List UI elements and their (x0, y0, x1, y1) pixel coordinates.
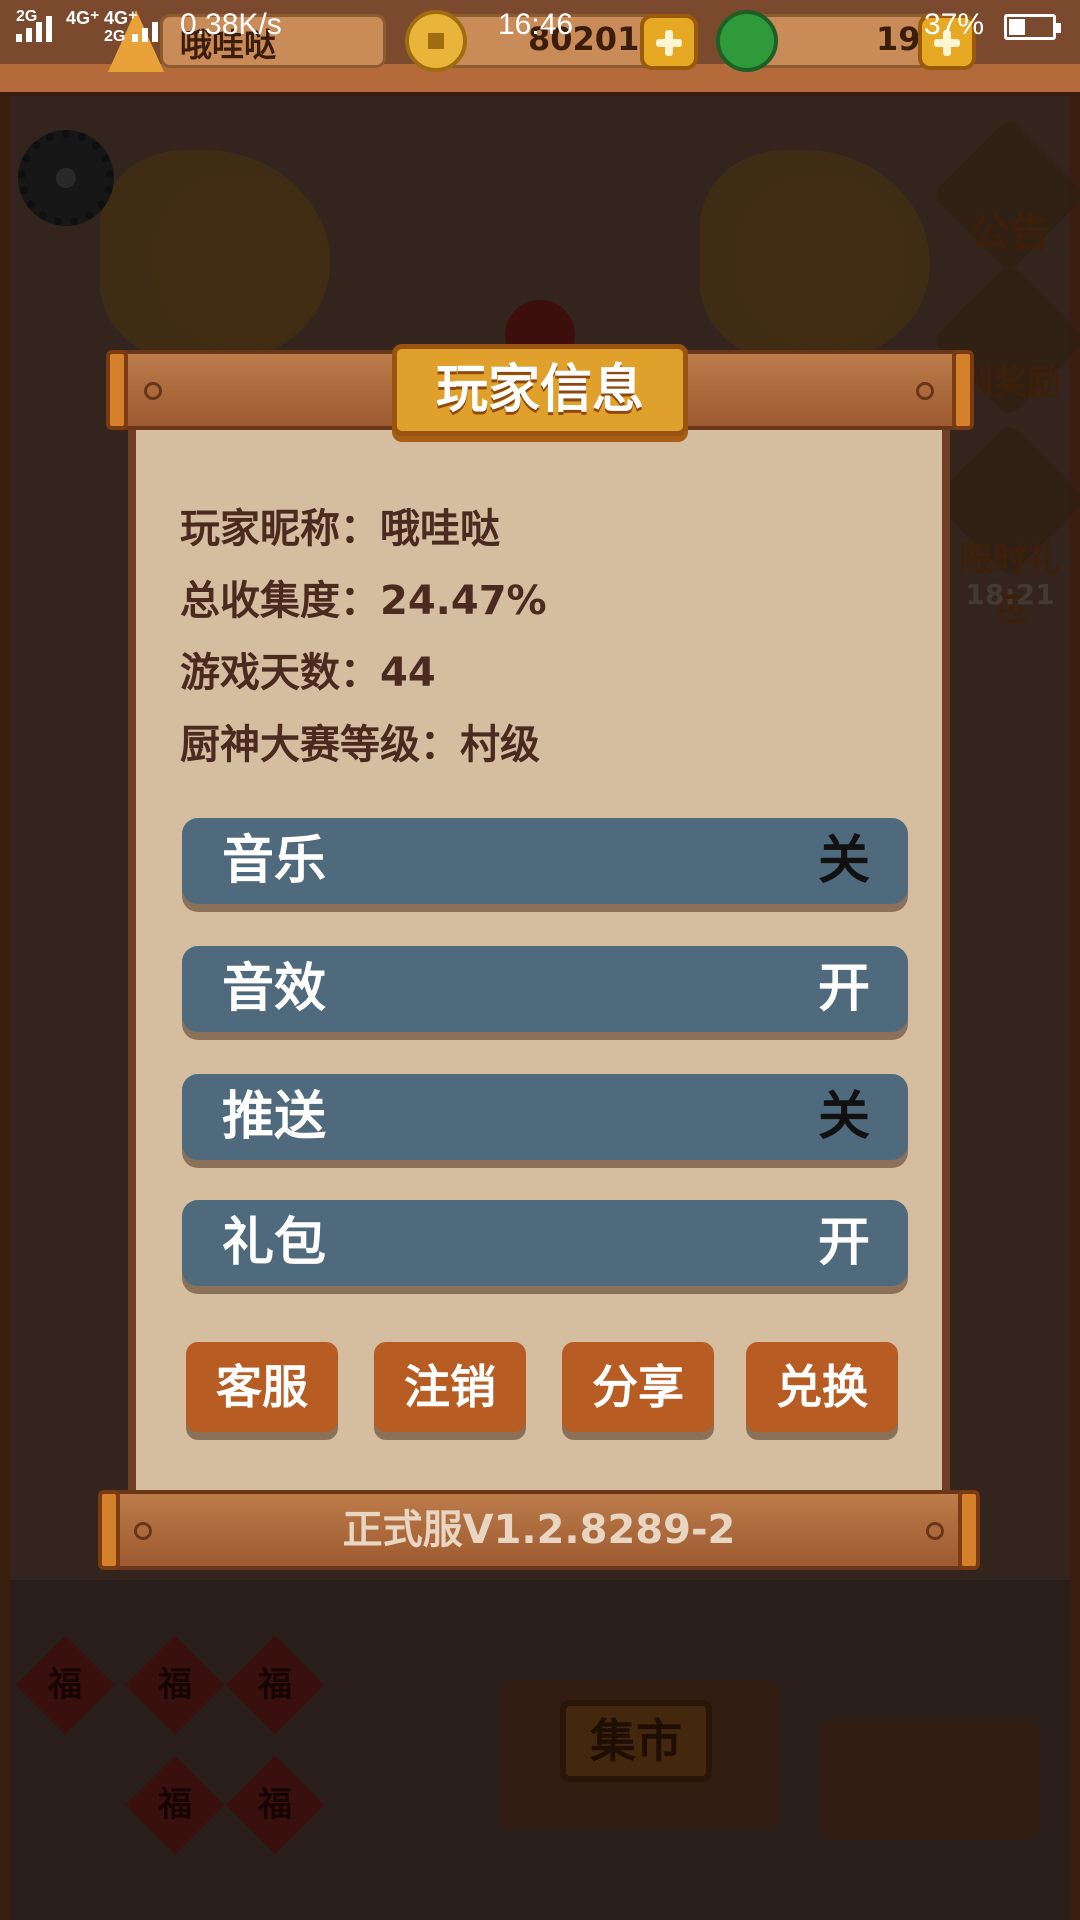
sound-effects-toggle[interactable]: 音效 开 (182, 946, 908, 1032)
sound-effects-toggle-state: 开 (817, 959, 870, 1019)
music-toggle[interactable]: 音乐 关 (182, 818, 908, 904)
push-notifications-toggle[interactable]: 推送 关 (182, 1074, 908, 1160)
music-toggle-state: 关 (817, 831, 870, 891)
days-played: 游戏天数：44 (180, 650, 436, 696)
nail-icon (916, 382, 934, 400)
share-button[interactable]: 分享 (562, 1342, 714, 1432)
battery-icon (1004, 14, 1061, 40)
plank-cap-right (958, 1490, 980, 1570)
network-type-2: 4G⁺ (66, 8, 100, 28)
dialog-title: 玩家信息 (435, 360, 644, 420)
logout-button[interactable]: 注销 (374, 1342, 526, 1432)
gift-pack-toggle[interactable]: 礼包 开 (182, 1200, 908, 1286)
network-type-4: 2G (104, 28, 126, 45)
dialog-footer-plank: 正式服V1.2.8289-2 (100, 1490, 978, 1570)
push-toggle-label: 推送 (222, 1087, 327, 1147)
player-nickname: 玩家昵称：哦哇哒 (180, 506, 500, 552)
chef-contest-level: 厨神大赛等级：村级 (180, 722, 540, 768)
clock: 16:46 (498, 8, 574, 41)
music-toggle-label: 音乐 (222, 831, 327, 891)
plank-cap-right (952, 350, 974, 430)
gift-pack-toggle-state: 开 (817, 1213, 870, 1273)
signal-icon (132, 16, 172, 42)
collection-rate: 总收集度：24.47% (180, 578, 547, 624)
push-toggle-state: 关 (817, 1087, 870, 1147)
gift-pack-toggle-label: 礼包 (222, 1213, 327, 1273)
customer-service-button[interactable]: 客服 (186, 1342, 338, 1432)
plank-cap-left (106, 350, 128, 430)
signal-icon (14, 16, 54, 42)
version-label: 正式服V1.2.8289-2 (342, 1507, 736, 1553)
nail-icon (144, 382, 162, 400)
redeem-button[interactable]: 兑换 (746, 1342, 898, 1432)
dialog-title-plaque: 玩家信息 (392, 344, 688, 436)
status-bar: 2G 4G⁺ 4G⁺ 2G 0.38K/s 16:46 37% (0, 0, 1080, 56)
network-speed: 0.38K/s (180, 8, 282, 41)
sound-effects-toggle-label: 音效 (222, 959, 327, 1019)
battery-percent: 37% (924, 8, 985, 41)
plank-cap-left (98, 1490, 120, 1570)
